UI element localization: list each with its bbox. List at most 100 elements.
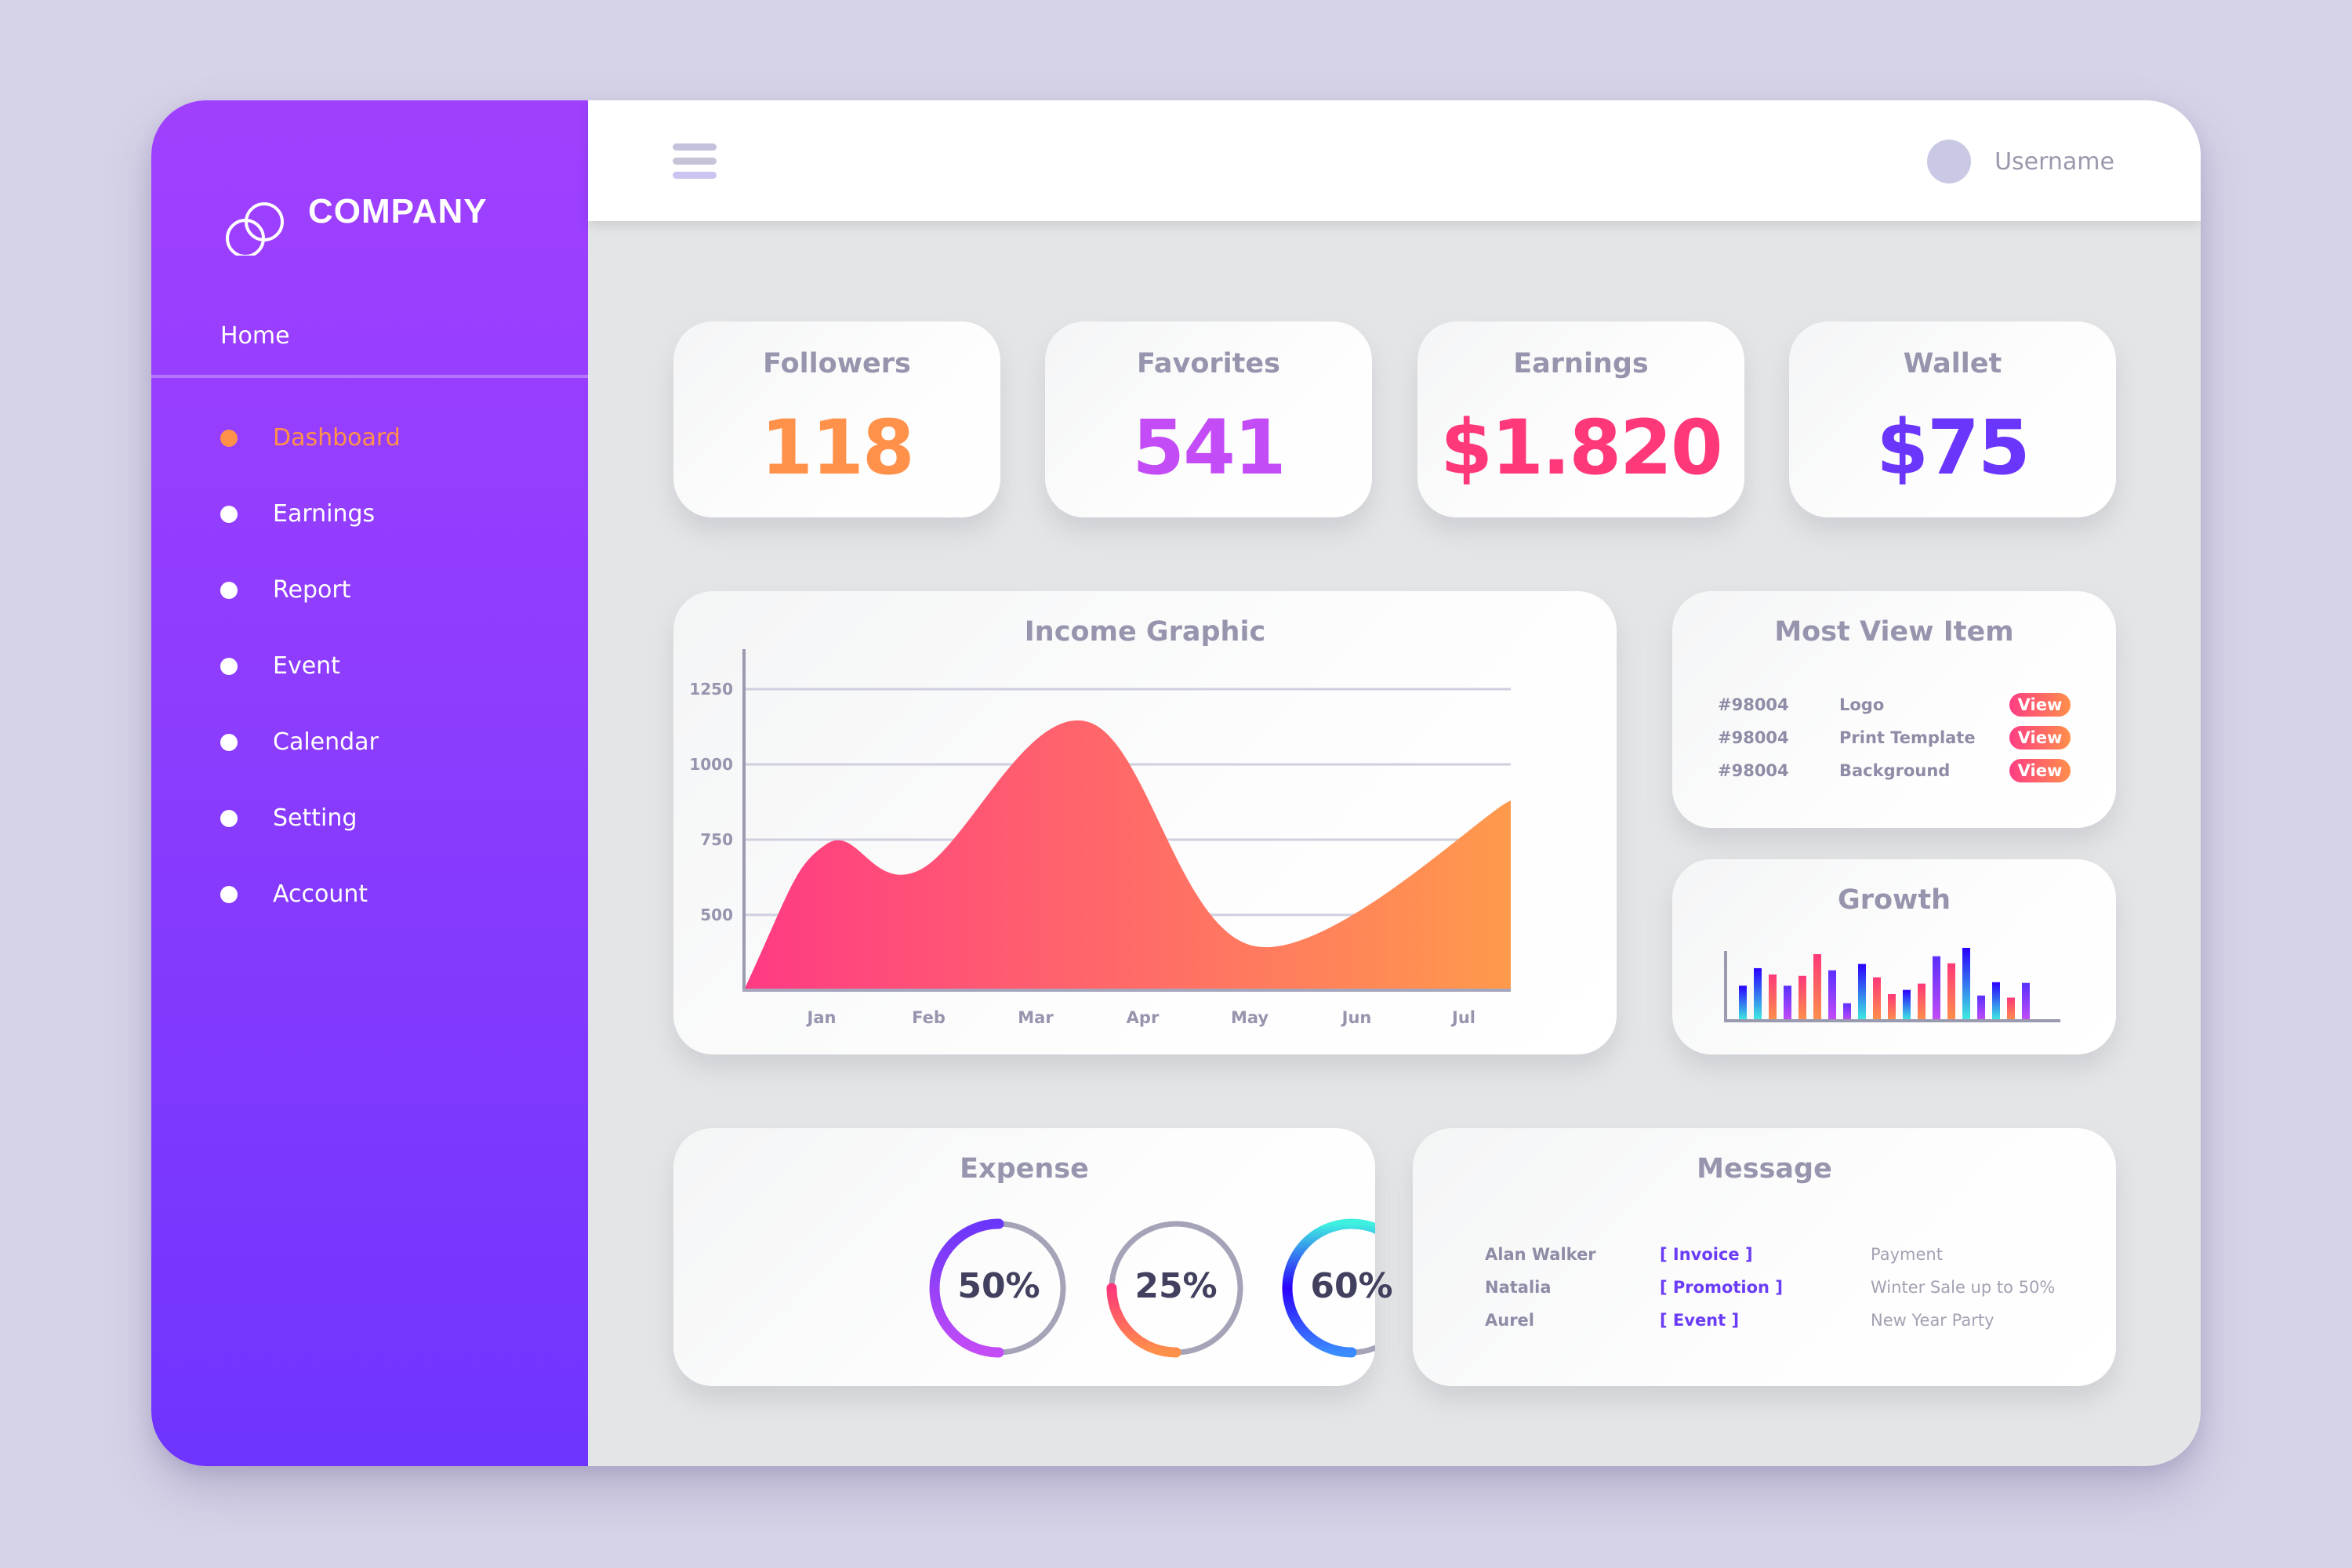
growth-bar <box>1918 983 1926 1021</box>
expense-percent-label: 25% <box>1134 1266 1218 1306</box>
sidebar-home-link[interactable]: Home <box>220 322 290 350</box>
sidebar-item-account[interactable]: Account <box>151 856 588 932</box>
x-tick-label: Feb <box>912 1008 946 1027</box>
user-menu[interactable]: Username <box>1927 140 2114 183</box>
growth-chart <box>1724 948 2060 1022</box>
view-button[interactable]: View <box>2009 759 2071 782</box>
sidebar-item-setting[interactable]: Setting <box>151 780 588 856</box>
dashboard-window: COMPANY Home Dashboard Earnings Report Even… <box>151 100 2201 1466</box>
sidebar-item-label: Setting <box>273 804 358 832</box>
expense-rings <box>929 1218 1375 1358</box>
message-tag[interactable]: [ Invoice ] <box>1660 1245 1871 1264</box>
growth-bar <box>2022 982 2030 1021</box>
x-tick-label: Apr <box>1127 1008 1160 1027</box>
message-text: New Year Party <box>1871 1311 1994 1330</box>
growth-bar <box>1977 995 1985 1021</box>
hamburger-menu-icon[interactable] <box>673 141 717 180</box>
item-id: #98004 <box>1718 761 1789 780</box>
message-card: Message Alan Walker [ Invoice ] Payment Nat… <box>1413 1128 2116 1386</box>
sidebar-item-report[interactable]: Report <box>151 552 588 628</box>
most-view-row: #98004 Background View <box>1718 759 2071 782</box>
view-button[interactable]: View <box>2009 726 2071 750</box>
most-view-row: #98004 Print Template View <box>1718 726 2071 750</box>
sidebar-item-calendar[interactable]: Calendar <box>151 704 588 780</box>
sidebar-item-label: Report <box>273 576 351 604</box>
growth-bar <box>1813 954 1821 1021</box>
expense-percent-label: 60% <box>1310 1266 1393 1306</box>
growth-bar <box>1873 977 1881 1021</box>
y-tick-label: 750 <box>700 830 733 849</box>
stat-title: Earnings <box>1513 348 1649 379</box>
growth-bar <box>1828 970 1836 1021</box>
avatar[interactable] <box>1927 140 1972 183</box>
x-tick-label: Jul <box>1450 1008 1475 1027</box>
stat-card-wallet: Wallet $75 <box>1789 321 2116 517</box>
message-row[interactable]: Natalia [ Promotion ] Winter Sale up to 50… <box>1485 1276 2085 1299</box>
stat-card-followers: Followers 118 <box>673 321 1000 517</box>
bullet-dot-icon <box>220 657 238 675</box>
sidebar-item-label: Account <box>273 880 368 908</box>
stat-title: Wallet <box>1903 348 2002 379</box>
bullet-dot-icon <box>220 505 238 523</box>
most-view-item-title: Most View Item <box>1774 616 2014 648</box>
sidebar-item-event[interactable]: Event <box>151 628 588 704</box>
sidebar-item-dashboard[interactable]: Dashboard <box>151 400 588 476</box>
growth-bar <box>1858 964 1866 1021</box>
stat-value: $1.820 <box>1440 404 1722 492</box>
stat-title: Followers <box>763 348 911 379</box>
message-row[interactable]: Alan Walker [ Invoice ] Payment <box>1485 1243 2085 1266</box>
growth-bar <box>1962 948 1970 1021</box>
message-sender: Alan Walker <box>1485 1245 1596 1264</box>
expense-card: Expense 50% 25% 60% <box>673 1128 1393 1386</box>
view-button[interactable]: View <box>2009 693 2071 717</box>
sidebar: COMPANY Home Dashboard Earnings Report Even… <box>151 100 588 1466</box>
y-tick-label: 500 <box>700 906 733 924</box>
sidebar-item-label: Event <box>273 652 340 680</box>
growth-bar <box>1888 994 1896 1021</box>
company-name: COMPANY <box>308 192 488 230</box>
most-view-row: #98004 Logo View <box>1718 693 2071 717</box>
interlocking-rings-icon <box>226 202 284 256</box>
growth-bar <box>1769 974 1777 1021</box>
message-title: Message <box>1697 1153 1832 1185</box>
income-graphic-card: Income Graphic 500 750 1000 1250 Jan Feb Mar Ap… <box>673 591 1617 1054</box>
bullet-dot-icon <box>220 885 238 903</box>
growth-bar <box>1739 985 1747 1021</box>
stat-card-favorites: Favorites 541 <box>1045 321 1372 517</box>
income-chart: 500 750 1000 1250 Jan Feb Mar Apr May Jun Jul <box>689 649 1511 1027</box>
username-label: Username <box>1994 147 2114 176</box>
stat-value: 541 <box>1132 404 1286 492</box>
bullet-dot-icon <box>220 429 238 447</box>
x-tick-label: Mar <box>1018 1008 1054 1027</box>
bullet-dot-icon <box>220 809 238 827</box>
growth-bar <box>1933 956 1940 1021</box>
bullet-dot-icon <box>220 733 238 751</box>
growth-card: Growth <box>1672 859 2116 1054</box>
growth-bar <box>1903 989 1911 1021</box>
item-name: Logo <box>1839 695 1885 714</box>
y-tick-label: 1250 <box>689 680 733 699</box>
sidebar-item-earnings[interactable]: Earnings <box>151 476 588 552</box>
growth-bar <box>1992 982 2000 1021</box>
item-name: Print Template <box>1839 728 1976 747</box>
message-row[interactable]: Aurel [ Event ] New Year Party <box>1485 1308 2085 1332</box>
expense-percent-label: 50% <box>957 1266 1040 1306</box>
growth-bar <box>1947 963 1955 1021</box>
message-tag[interactable]: [ Event ] <box>1660 1311 1871 1330</box>
message-sender: Aurel <box>1485 1311 1534 1330</box>
message-sender: Natalia <box>1485 1278 1552 1297</box>
growth-bar <box>1798 975 1806 1021</box>
growth-bar <box>1843 1003 1851 1021</box>
sidebar-nav: Dashboard Earnings Report Event Calendar Sett… <box>151 400 588 932</box>
message-tag[interactable]: [ Promotion ] <box>1660 1278 1871 1297</box>
sidebar-item-label: Calendar <box>273 728 379 756</box>
stat-title: Favorites <box>1137 348 1280 379</box>
x-tick-label: Jan <box>806 1008 837 1027</box>
income-area <box>744 720 1511 990</box>
top-bar: Username <box>588 100 2201 221</box>
item-id: #98004 <box>1718 728 1789 747</box>
stat-value: $75 <box>1876 404 2030 492</box>
sidebar-item-label: Dashboard <box>273 424 401 452</box>
item-id: #98004 <box>1718 695 1789 714</box>
growth-bar <box>1784 985 1791 1021</box>
